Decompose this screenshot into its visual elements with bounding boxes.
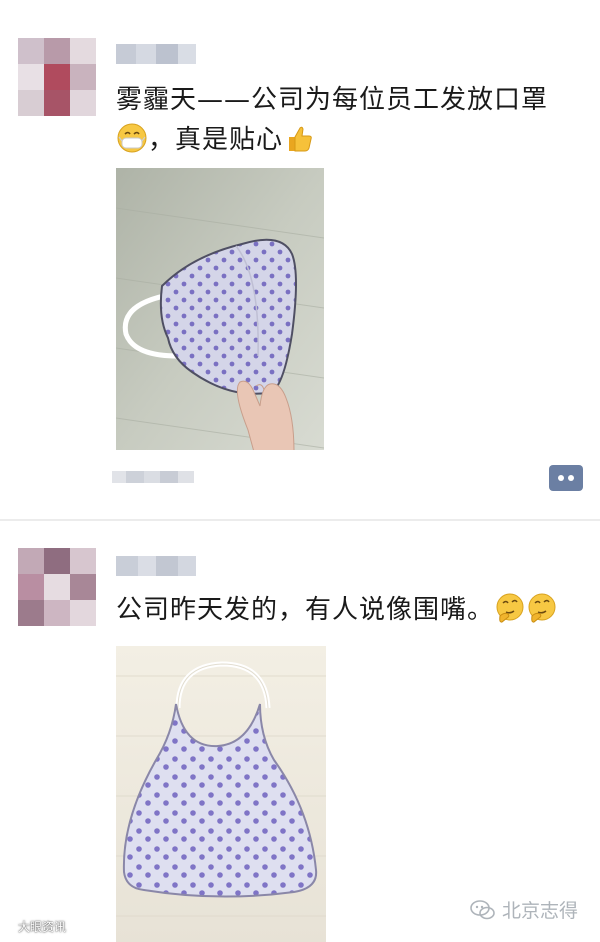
thinking-face-icon [494,592,526,624]
username-blurred[interactable] [116,552,206,580]
thinking-face-icon [526,592,558,624]
post-text: 雾霾天——公司为每位员工发放口罩 ，真是贴心 [116,80,586,160]
post-text-line: 雾霾天——公司为每位员工发放口罩 [116,85,549,115]
watermark-left: 大眼资讯 [4,918,66,935]
weibo-logo-icon [4,919,16,934]
avatar-image [18,548,96,626]
avatar[interactable] [18,548,96,626]
avatar[interactable] [18,38,96,116]
post-text-line: ，真是贴心 [116,120,586,160]
moments-feed: 雾霾天——公司为每位员工发放口罩 ，真是贴心 公司昨天发的，有人说像围嘴。 大眼… [0,0,600,942]
post-photo-mask[interactable] [116,168,324,450]
post-text-fragment: 公司昨天发的，有人说像围嘴。 [116,595,495,625]
post-text-line: 公司昨天发的，有人说像围嘴。 [116,590,586,630]
post-divider [0,519,600,521]
watermark-right: 北京志得 [470,896,578,923]
username-blurred[interactable] [116,40,206,68]
post-photo-bib-mask[interactable] [116,646,326,942]
timestamp-blurred [112,466,198,488]
post-text: 公司昨天发的，有人说像围嘴。 [116,590,586,630]
mask-face-icon [116,122,148,154]
comment-icon [558,475,564,481]
moment-post: 雾霾天——公司为每位员工发放口罩 ，真是贴心 [0,0,600,520]
thumbs-up-icon [283,122,315,154]
avatar-image [18,38,96,116]
post-text-fragment: ，真是贴心 [148,125,284,155]
comment-button[interactable] [549,465,583,491]
watermark-right-text: 北京志得 [501,900,578,922]
watermark-left-text: 大眼资讯 [18,920,67,934]
wechat-logo-icon [470,899,496,921]
moment-post: 公司昨天发的，有人说像围嘴。 [0,522,600,942]
